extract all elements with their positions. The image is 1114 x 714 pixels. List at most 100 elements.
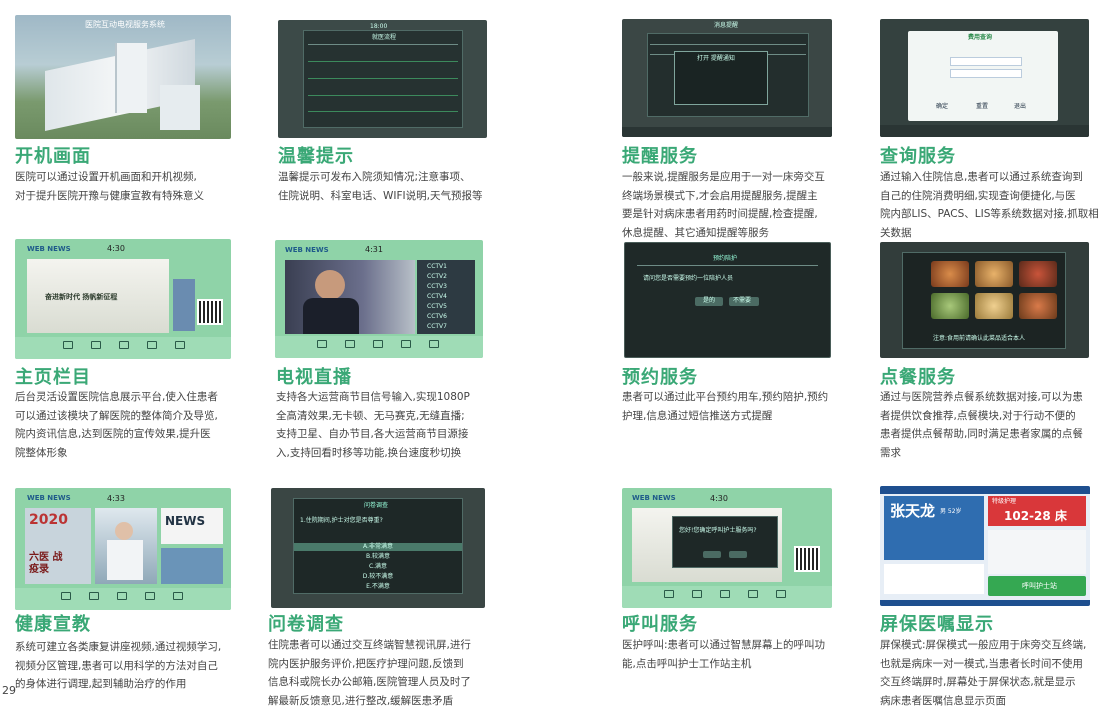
bed-card: 特级护理 102-28 床	[988, 496, 1086, 526]
startup-screen-label: 医院互动电视服务系统	[85, 20, 165, 29]
survey-option[interactable]: B.较满意	[294, 553, 462, 561]
feature-title: 查询服务	[880, 146, 956, 167]
survey-option[interactable]: A.非常满意	[294, 543, 462, 551]
call-cancel-button[interactable]	[729, 551, 747, 558]
feature-title: 电视直播	[276, 367, 352, 388]
health-education-screenshot: WEB NEWS 4:33 2020 六医 战疫录 NEWS	[15, 488, 231, 610]
reminder-popup-label: 打开 提醒通知	[697, 55, 735, 62]
meal-order-screenshot: 注意:食用前请确认此菜品适合本人	[880, 242, 1089, 358]
feature-title: 健康宣教	[15, 614, 91, 635]
screensaver-screenshot: 张天龙 男 52岁 特级护理 102-28 床 呼叫护士站	[880, 486, 1090, 606]
patient-info: 男 52岁	[940, 508, 962, 515]
query-panel: 费用查询 确定 重置 退出	[908, 31, 1058, 121]
feature-desc: 住院患者可以通过交互终端智慧视讯屏,进行 院内医护服务评价,把医疗护理问题,反馈到…	[268, 639, 471, 707]
feature-title: 屏保医嘱显示	[880, 614, 994, 635]
call-confirm-button[interactable]	[703, 551, 721, 558]
patient-name: 张天龙	[890, 502, 936, 520]
clock: 4:30	[710, 494, 728, 503]
brochure-page: { "page_number": "29", "features": [ {"t…	[0, 0, 1114, 714]
qr-code	[794, 546, 820, 572]
query-screenshot: 费用查询 确定 重置 退出	[880, 19, 1089, 137]
clock: 4:33	[107, 494, 125, 503]
webnews-logo: WEB NEWS	[27, 494, 71, 502]
survey-title: 问卷调查	[364, 502, 389, 509]
appointment-screenshot: 预约陪护 请问您是否需要预约一位陪护人员 是的 不需要	[624, 242, 831, 358]
live-video	[285, 260, 415, 334]
channel-item[interactable]: CCTV3	[427, 283, 447, 291]
feature-title: 开机画面	[15, 146, 91, 167]
startup-screenshot: 医院互动电视服务系统	[15, 15, 231, 139]
survey-option[interactable]: C.满意	[294, 563, 462, 571]
care-level: 特级护理	[992, 498, 1017, 505]
tips-panel-title: 就医流程	[372, 34, 397, 41]
call-popup-text: 您好!您确定呼叫护士服务吗?	[679, 527, 757, 534]
meal-panel: 注意:食用前请确认此菜品适合本人	[902, 252, 1066, 349]
channel-item[interactable]: CCTV4	[427, 293, 447, 301]
feature-desc: 医院可以通过设置开机画面和开机视频, 对于提升医院开豫与健康宣教有特殊意义	[15, 171, 204, 202]
appointment-question: 请问您是否需要预约一位陪护人员	[643, 275, 734, 282]
feature-desc: 温馨提示可发布入院须知情况;注意事项、 住院说明、科室电话、WIFI说明,天气预报…	[278, 171, 483, 202]
feature-title: 问卷调查	[268, 614, 344, 635]
homepage-banner: 奋进新时代 扬帆新征程	[27, 259, 169, 333]
clock: 4:30	[107, 244, 125, 253]
appointment-title: 预约陪护	[713, 255, 738, 262]
video-tile[interactable]	[95, 508, 157, 584]
video-tile[interactable]: 2020 六医 战疫录	[25, 508, 91, 584]
qr-code	[197, 299, 223, 325]
reminder-popup: 打开 提醒通知	[674, 51, 768, 105]
feature-desc: 屏保模式:屏保模式一般应用于床旁交互终端, 也就是病床一对一模式,当患者长时间不使…	[880, 639, 1087, 707]
clock: 4:31	[365, 245, 383, 254]
exit-button[interactable]: 退出	[1014, 103, 1026, 111]
video-tile[interactable]	[161, 548, 223, 584]
banner-text: 奋进新时代 扬帆新征程	[45, 293, 118, 301]
feature-title: 点餐服务	[880, 367, 956, 388]
bed-number: 102-28 床	[1004, 509, 1067, 523]
meal-note: 注意:食用前请确认此菜品适合本人	[933, 335, 1026, 342]
no-button[interactable]: 不需要	[729, 297, 759, 306]
homepage-screenshot: WEB NEWS 4:30 奋进新时代 扬帆新征程	[15, 239, 231, 359]
reminder-title: 消息提醒	[714, 22, 739, 29]
yes-button[interactable]: 是的	[695, 297, 723, 306]
channel-item[interactable]: CCTV6	[427, 313, 447, 321]
nurse-call-screenshot: WEB NEWS 4:30 您好!您确定呼叫护士服务吗?	[622, 488, 832, 608]
feature-desc: 后台灵活设置医院信息展示平台,使入住患者 可以通过该模块了解医院的整体简介及导览,…	[15, 391, 218, 459]
tips-panel: 就医流程	[303, 30, 463, 128]
feature-desc: 一般来说,提醒服务是应用于一对一床旁交互 终端场景模式下,才会启用提醒服务,提醒主…	[622, 171, 825, 239]
channel-item[interactable]: CCTV2	[427, 273, 447, 281]
feature-title: 温馨提示	[278, 146, 354, 167]
survey-screenshot: 问卷调查 1.住院期间,护士对您是否尊重? A.非常满意 B.较满意 C.满意 …	[271, 488, 485, 608]
call-nurse-station-button[interactable]: 呼叫护士站	[988, 576, 1086, 596]
video-tile[interactable]: NEWS	[161, 508, 223, 544]
channel-item[interactable]: CCTV7	[427, 323, 447, 331]
feature-title: 主页栏目	[15, 367, 91, 388]
survey-option[interactable]: D.较不满意	[294, 573, 462, 581]
feature-title: 预约服务	[622, 367, 698, 388]
feature-desc: 通过输入住院信息,患者可以通过系统查询到 自己的住院消费明细,实现查询便捷化,与医…	[880, 171, 1099, 239]
reset-button[interactable]: 重置	[976, 103, 988, 111]
feature-title: 呼叫服务	[622, 614, 698, 635]
tips-screenshot: 18:00 就医流程	[278, 20, 487, 138]
bottom-nav	[15, 337, 231, 359]
webnews-logo: WEB NEWS	[285, 246, 329, 254]
feature-desc: 系统可建立各类康复讲座视频,通过视频学习, 视频分区管理,患者可以用科学的方法对自…	[15, 641, 222, 690]
bottom-nav	[275, 336, 483, 358]
page-number: 29	[2, 684, 16, 697]
bottom-nav	[15, 588, 231, 610]
call-popup: 您好!您确定呼叫护士服务吗?	[672, 516, 778, 568]
channel-item[interactable]: CCTV5	[427, 303, 447, 311]
bottom-nav	[622, 586, 832, 608]
channel-list: CCTV1 CCTV2 CCTV3 CCTV4 CCTV5 CCTV6 CCTV…	[417, 260, 475, 334]
feature-desc: 患者可以通过此平台预约用车,预约陪护,预约 护理,信息通过短信推送方式提醒	[622, 391, 829, 422]
reminder-screenshot: 消息提醒 打开 提醒通知	[622, 19, 832, 137]
query-panel-title: 费用查询	[968, 34, 993, 41]
webnews-logo: WEB NEWS	[27, 245, 71, 253]
survey-option[interactable]: E.不满意	[294, 583, 462, 591]
feature-desc: 通过与医院营养点餐系统数据对接,可以为患 者提供饮食推荐,点餐模块,对于行动不便的…	[880, 391, 1083, 459]
feature-desc: 支持各大运营商节目信号输入,实现1080P 全高清效果,无卡顿、无马赛克,无缝直播…	[276, 391, 470, 459]
survey-panel: 问卷调查 1.住院期间,护士对您是否尊重? A.非常满意 B.较满意 C.满意 …	[293, 498, 463, 594]
live-tv-screenshot: WEB NEWS 4:31 CCTV1 CCTV2 CCTV3 CCTV4 CC…	[275, 240, 483, 358]
confirm-button[interactable]: 确定	[936, 103, 948, 111]
channel-item[interactable]: CCTV1	[427, 263, 447, 271]
feature-desc: 医护呼叫:患者可以通过智慧屏幕上的呼叫功 能,点击呼叫护士工作站主机	[622, 639, 826, 670]
webnews-logo: WEB NEWS	[632, 494, 676, 502]
